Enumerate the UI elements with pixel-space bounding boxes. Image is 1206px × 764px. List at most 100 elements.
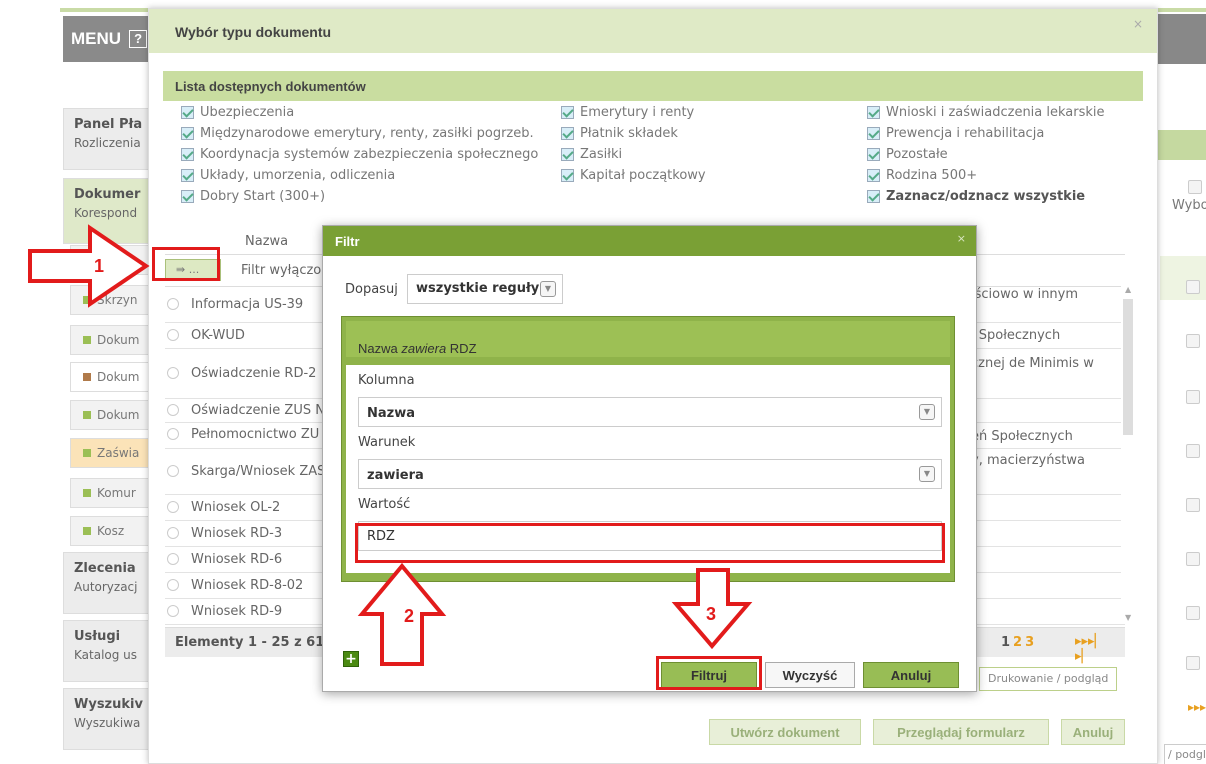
sidebar-item[interactable]: Skrzyn [70,285,153,315]
page-1[interactable]: 1 [1001,635,1013,650]
row-description: y, macierzyństwa [971,453,1085,468]
square-icon [83,336,91,344]
category-checkbox[interactable]: Prewencja i rehabilitacja [867,126,1105,141]
sidebar-item[interactable]: Kosz [70,516,153,546]
checkbox-icon [561,169,574,182]
category-column-3: Wnioski i zaświadczenia lekarskie Prewen… [867,105,1105,204]
clear-button[interactable]: Wyczyść [765,662,855,688]
row-checkbox[interactable] [1186,656,1200,670]
row-checkbox[interactable] [1186,606,1200,620]
sidebar-item[interactable]: Dokum [70,362,153,392]
checkbox-icon [867,190,880,203]
category-checkbox[interactable]: Dobry Start (300+) [181,189,538,204]
radio-icon[interactable] [167,367,179,379]
create-document-button[interactable]: Utwórz dokument [709,719,861,745]
sidebar-section-orders[interactable]: Zlecenia Autoryzacj [63,552,153,614]
category-checkbox[interactable]: Ubezpieczenia [181,105,538,120]
annotation-number: 2 [404,606,415,626]
radio-icon[interactable] [167,553,179,565]
radio-icon[interactable] [167,404,179,416]
radio-icon[interactable] [167,428,179,440]
checkbox-icon [867,106,880,119]
next-page-icon[interactable]: ▸▸▸▏ ▸▏ [1075,634,1125,664]
filter-dialog-title: Filtr [323,226,976,256]
checkbox-icon [181,127,194,140]
row-name: Wniosek RD-3 [191,526,283,541]
filter-cancel-button[interactable]: Anuluj [863,662,959,688]
category-checkbox[interactable]: Układy, umorzenia, odliczenia [181,168,538,183]
sidebar-section-panel[interactable]: Panel Pła Rozliczenia [63,108,153,170]
category-checkbox[interactable]: Kapitał początkowy [561,168,706,183]
category-checkbox[interactable]: Koordynacja systemów zabezpieczenia społ… [181,147,538,162]
cancel-button[interactable]: Anuluj [1061,719,1125,745]
radio-icon[interactable] [167,465,179,477]
category-checkbox[interactable]: Wnioski i zaświadczenia lekarskie [867,105,1105,120]
sidebar-section-search[interactable]: Wyszukiv Wyszukiwa [63,688,153,750]
sidebar-item[interactable]: Zaświa [70,438,153,468]
row-checkbox[interactable] [1186,334,1200,348]
add-rule-icon[interactable]: + [343,651,359,667]
chevron-down-icon: ▼ [919,466,935,482]
sidebar-section-subtitle: Rozliczenia [74,136,141,150]
row-description: jściowo w innym [971,287,1079,302]
browse-form-button[interactable]: Przeglądaj formularz [873,719,1049,745]
menu-button[interactable]: MENU ? [63,16,151,62]
row-checkbox[interactable] [1186,280,1200,294]
value-label: Wartość [358,497,411,512]
sidebar-section-services[interactable]: Usługi Katalog us [63,620,153,682]
condition-value: zawiera [367,468,424,483]
row-checkbox[interactable] [1186,552,1200,566]
category-checkbox[interactable]: Zasiłki [561,147,706,162]
radio-icon[interactable] [167,298,179,310]
category-checkbox[interactable]: Pozostałe [867,147,1105,162]
toggle-all-checkbox[interactable]: Zaznacz/odznacz wszystkie [867,189,1105,204]
category-checkbox[interactable]: Płatnik składek [561,126,706,141]
category-checkbox[interactable]: Emerytury i renty [561,105,706,120]
row-checkbox[interactable] [1186,498,1200,512]
radio-icon[interactable] [167,527,179,539]
select-all-checkbox[interactable] [1188,180,1202,194]
sidebar-item[interactable]: Wiado [70,245,153,275]
items-count: Elementy 1 - 25 z 61 [175,635,325,650]
category-checkbox[interactable]: Rodzina 500+ [867,168,1105,183]
match-select[interactable]: wszystkie reguły ▼ [407,274,563,304]
rule-operator: zawiera [401,341,447,356]
row-checkbox[interactable] [1186,390,1200,404]
row-name: Wniosek RD-8-02 [191,578,304,593]
sidebar-item-label: Skrzyn [97,293,138,307]
scroll-up-icon[interactable]: ▲ [1125,285,1131,294]
checkbox-icon [867,169,880,182]
match-value: wszystkie reguły [416,281,540,296]
sidebar-section-documents[interactable]: Dokumer Korespond [63,178,153,244]
checkbox-icon [867,148,880,161]
category-column-2: Emerytury i renty Płatnik składek Zasiłk… [561,105,706,183]
category-label: Układy, umorzenia, odliczenia [200,168,396,183]
dialog-title: Wybór typu dokumentu [149,9,1157,53]
radio-icon[interactable] [167,329,179,341]
close-icon[interactable]: × [1133,17,1143,31]
scrollbar-thumb[interactable] [1123,299,1133,435]
right-panel-header [1156,130,1206,160]
row-checkbox[interactable] [1186,444,1200,458]
radio-icon[interactable] [167,605,179,617]
column-select[interactable]: Nazwa ▼ [358,397,942,427]
scroll-down-icon[interactable]: ▼ [1125,613,1131,622]
page-3[interactable]: 3 [1025,635,1037,650]
print-link-partial[interactable]: / podgla [1164,744,1206,764]
help-icon[interactable]: ? [129,30,148,48]
next-page-icon[interactable]: ▸▸▸ [1188,700,1206,714]
screen: MENU ? Panel Pła Rozliczenia Dokumer Kor… [0,0,1206,764]
menu-label: MENU [71,29,122,48]
page-2[interactable]: 2 [1013,635,1025,650]
sidebar-item-label: Komur [97,486,136,500]
checkbox-icon [867,127,880,140]
category-checkbox[interactable]: Międzynarodowe emerytury, renty, zasiłki… [181,126,538,141]
print-preview-button[interactable]: Drukowanie / podgląd [979,667,1117,691]
radio-icon[interactable] [167,579,179,591]
radio-icon[interactable] [167,501,179,513]
condition-select[interactable]: zawiera ▼ [358,459,942,489]
sidebar-item[interactable]: Dokum [70,400,153,430]
sidebar-item[interactable]: Komur [70,478,153,508]
sidebar-item[interactable]: Dokum [70,325,153,355]
close-icon[interactable]: × [957,232,966,245]
